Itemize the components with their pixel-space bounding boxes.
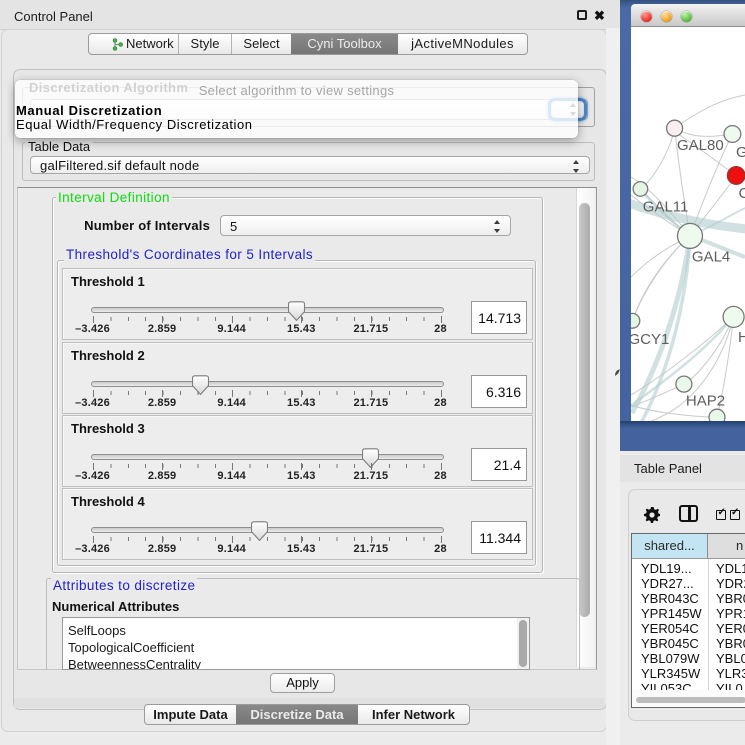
svg-text:H: H (738, 329, 745, 346)
svg-text:HAP2: HAP2 (686, 393, 725, 410)
svg-text:GCY1: GCY1 (631, 331, 669, 348)
svg-text:C: C (739, 185, 745, 202)
svg-text:G: G (736, 144, 745, 161)
svg-text:GAL11: GAL11 (643, 199, 689, 216)
svg-text:GAL4: GAL4 (692, 249, 730, 266)
svg-text:GAL80: GAL80 (677, 137, 724, 154)
